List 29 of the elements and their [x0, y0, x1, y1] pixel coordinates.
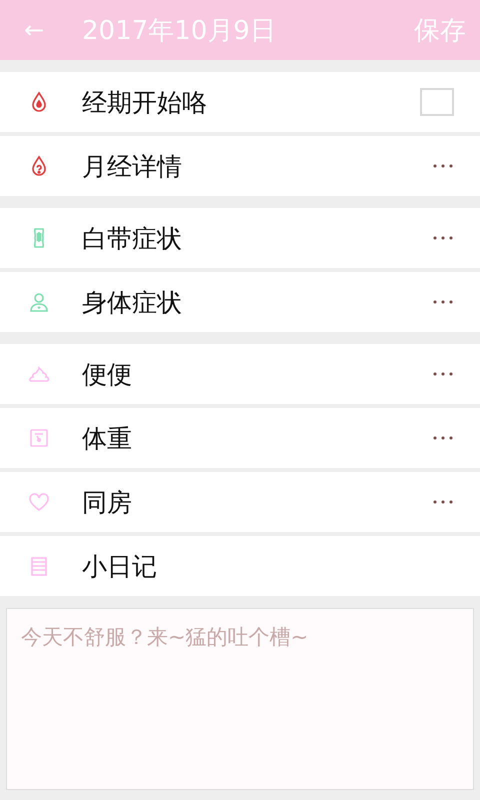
list-row[interactable]: 体重: [0, 408, 480, 468]
more-icon[interactable]: [432, 499, 454, 505]
scale-icon: [28, 427, 50, 449]
more-icon[interactable]: [432, 371, 454, 377]
more-icon[interactable]: [432, 235, 454, 241]
more-icon[interactable]: [432, 299, 454, 305]
poop-icon: [28, 363, 50, 385]
row-label: 小日记: [82, 550, 158, 582]
more-icon[interactable]: [432, 435, 454, 441]
checkbox[interactable]: [420, 88, 454, 116]
row-label: 同房: [82, 486, 133, 518]
notepad-icon: [28, 555, 50, 577]
row-label: 便便: [82, 358, 133, 390]
row-label: 月经详情: [82, 150, 183, 182]
list-row[interactable]: 同房: [0, 472, 480, 532]
list-row[interactable]: 白带症状: [0, 208, 480, 268]
list-row[interactable]: 月经详情: [0, 136, 480, 196]
person-icon: [28, 291, 50, 313]
list-row[interactable]: 便便: [0, 344, 480, 404]
heart-icon: [28, 491, 50, 513]
list-row[interactable]: 身体症状: [0, 272, 480, 332]
row-label: 身体症状: [82, 286, 183, 318]
more-icon[interactable]: [432, 163, 454, 169]
list-row[interactable]: 小日记: [0, 536, 480, 596]
row-label: 白带症状: [82, 222, 183, 254]
row-label: 经期开始咯: [82, 86, 208, 118]
row-label: 体重: [82, 422, 133, 454]
diary-field[interactable]: 今天不舒服？来~猛的吐个槽~: [6, 608, 474, 790]
list-row[interactable]: 经期开始咯: [0, 72, 480, 132]
